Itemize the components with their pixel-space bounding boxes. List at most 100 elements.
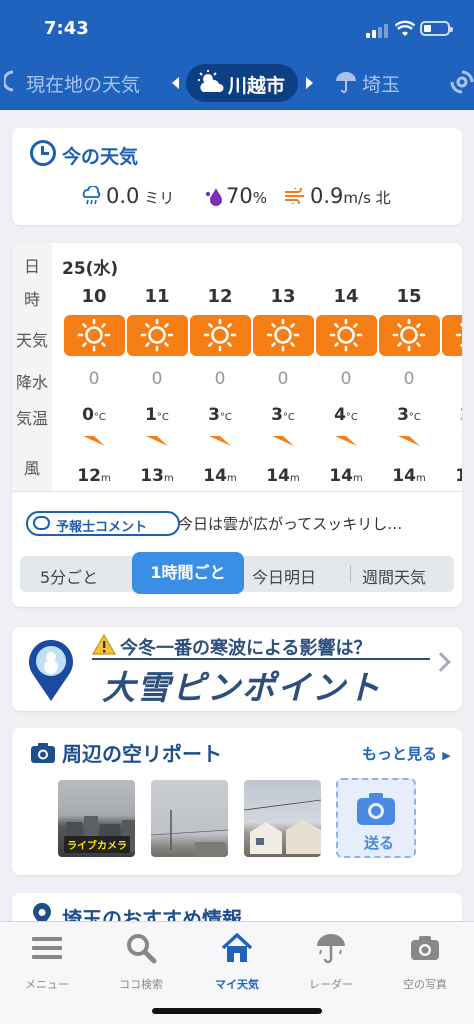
forecast-weather [379, 315, 440, 356]
forecast-temp: 3°C [271, 405, 295, 425]
forecast-wind-direction [127, 433, 187, 453]
forecast-wind-direction [253, 433, 313, 453]
current-weather-title: 今の天気 [62, 146, 139, 168]
forecast-precip: 0 [340, 369, 352, 389]
wind-value: 0.9 [310, 184, 344, 208]
forecast-temp: 2°C [442, 405, 462, 425]
forecast-columns[interactable]: 10 0 0°C 12m 11 0 1°C 13m 12 0 3°C 14m 13 0 3°C 14m 14 0 4… [12, 243, 462, 491]
forecast-precip: 0 [214, 369, 226, 389]
forecast-precip: 0 [403, 369, 415, 389]
wind-icon [285, 188, 304, 204]
sky-photo-3[interactable] [244, 780, 321, 857]
forecast-wind-speed: 14m [203, 466, 237, 486]
live-camera-photo[interactable]: ライブカメラ [58, 780, 135, 857]
forecast-weather [190, 315, 251, 356]
tab-kawagoe[interactable]: 川越市 [186, 64, 298, 102]
forecast-wind-direction [379, 433, 439, 453]
humidity-unit: % [252, 189, 267, 207]
chevron-right-icon [431, 652, 451, 672]
sun-icon [455, 323, 462, 347]
sun-cloud-icon [198, 70, 224, 92]
forecast-wind-speed: 14m [266, 466, 300, 486]
banner-underline [92, 658, 430, 660]
send-photo-label: 送る [364, 834, 395, 852]
typhoon-icon[interactable] [450, 70, 474, 94]
more-link-label: もっと見る [362, 745, 438, 763]
tab-menu[interactable]: メニュー [0, 930, 94, 1000]
umbrella-icon [336, 72, 356, 93]
send-photo-button[interactable]: 送る [336, 778, 416, 858]
forecast-temp: 3°C [208, 405, 232, 425]
wind-arrow-icon [146, 436, 168, 446]
tab-radar-label: レーダー [309, 978, 353, 991]
app-header: 7:43 現在地の天気 川越市 埼玉 [0, 0, 474, 110]
street-icon [151, 810, 228, 857]
houses-icon [244, 799, 321, 854]
tab-hourly[interactable]: 1時間ごと [132, 552, 244, 594]
forecast-temp: 0°C [82, 405, 106, 425]
prev-location-icon[interactable] [172, 77, 179, 89]
camera-icon [31, 743, 55, 763]
tab-weekly[interactable]: 週間天気 [362, 564, 426, 588]
wind-arrow-icon [83, 436, 105, 446]
sun-icon [329, 318, 363, 352]
sky-report-card: 周辺の空リポート もっと見る ▶ ライブカメラ 送る [12, 728, 462, 875]
forecast-hour: 15 [396, 286, 422, 307]
sun-icon [266, 318, 300, 352]
forecast-wind-speed: 14m [329, 466, 363, 486]
sky-photo-2[interactable] [151, 780, 228, 857]
forecaster-comment-button[interactable]: 予報士コメント [26, 511, 180, 536]
forecast-hour: 12 [207, 286, 233, 307]
wind-direction: 北 [375, 189, 391, 207]
live-camera-tag: ライブカメラ [64, 836, 130, 853]
forecast-weather [64, 315, 125, 356]
forecast-wind-speed: 13m [455, 466, 462, 486]
forecast-wind-direction [64, 433, 124, 453]
forecast-precip: 0 [151, 369, 163, 389]
forecast-divider [12, 491, 462, 492]
forecast-temp: 1°C [145, 405, 169, 425]
wind-arrow-icon [209, 436, 231, 446]
tab-sky-photos[interactable]: 空の写真 [378, 930, 472, 1000]
forecast-wind-direction [442, 433, 462, 453]
forecast-hour: 11 [144, 286, 170, 307]
forecaster-comment-text[interactable]: 今日は雲が広がってスッキリし… [178, 513, 402, 534]
current-weather-card[interactable]: 今の天気 0.0 ミリ 70% 0.9m/s 北 [12, 128, 462, 225]
tab-today-tomorrow[interactable]: 今日明日 [252, 564, 316, 588]
tab-current-location[interactable]: 現在地の天気 [26, 70, 140, 97]
status-time: 7:43 [44, 18, 89, 39]
heavy-snow-banner[interactable]: 今冬一番の寒波による影響は？ 大雪ピンポイント [12, 627, 462, 711]
humidity-value: 70 [226, 184, 253, 208]
rain-cloud-icon [82, 186, 101, 205]
tab-menu-label: メニュー [25, 978, 69, 991]
tab-my-weather-label: マイ天気 [215, 978, 259, 991]
forecast-hour: 14 [333, 286, 359, 307]
forecaster-comment-label: 予報士コメント [56, 520, 148, 535]
location-tabs: 現在地の天気 川越市 埼玉 [0, 62, 474, 104]
tab-separator [350, 565, 351, 583]
caret-right-icon: ▶ [442, 749, 451, 762]
forecast-weather [316, 315, 377, 356]
forecast-wind-speed: 13m [140, 466, 174, 486]
tab-search-label: ココ検索 [119, 978, 163, 991]
wind-arrow-icon [461, 436, 462, 437]
sun-icon [77, 318, 111, 352]
tab-5min[interactable]: 5分ごと [40, 564, 98, 588]
sun-icon [392, 318, 426, 352]
camera-icon [357, 793, 395, 825]
tab-search[interactable]: ココ検索 [94, 930, 188, 1000]
next-location-icon[interactable] [306, 77, 313, 89]
tab-kawagoe-label: 川越市 [228, 75, 286, 97]
forecast-weather [442, 315, 462, 356]
tab-radar[interactable]: レーダー [284, 930, 378, 1000]
banner-warning-text: 今冬一番の寒波による影響は？ [120, 638, 372, 659]
umbrella-icon [317, 934, 345, 964]
tab-saitama[interactable]: 埼玉 [362, 70, 400, 97]
more-link[interactable]: もっと見る ▶ [362, 743, 451, 764]
search-icon [127, 934, 157, 964]
wifi-icon [395, 20, 415, 36]
tab-my-weather[interactable]: マイ天気 [190, 930, 284, 1000]
wind-arrow-icon [398, 436, 420, 446]
forecast-range-tabs: 5分ごと 1時間ごと 今日明日 週間天気 [20, 552, 454, 594]
forecast-hour: 10 [81, 286, 107, 307]
